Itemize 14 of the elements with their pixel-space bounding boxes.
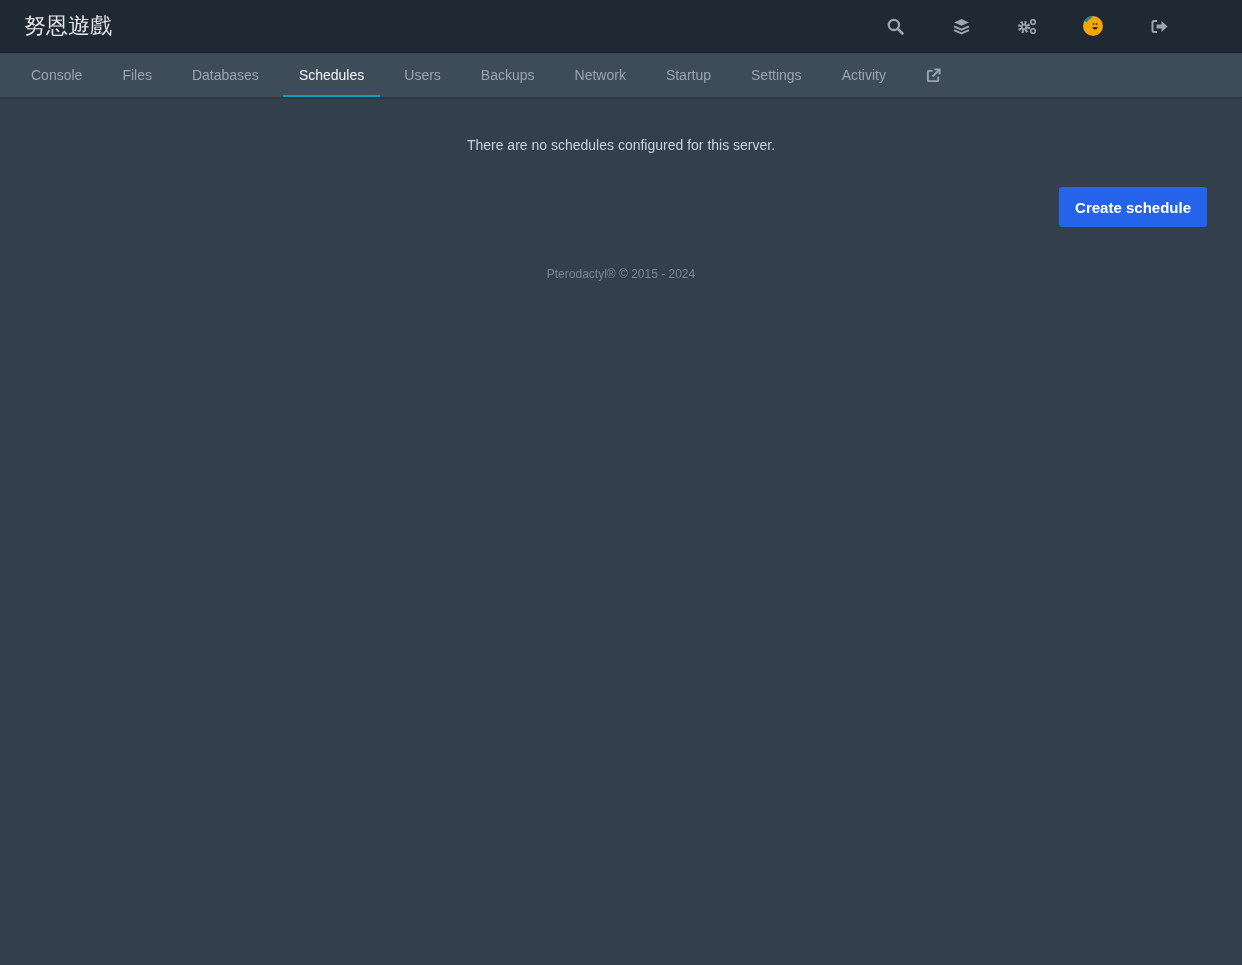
site-title[interactable]: 努恩遊戲 bbox=[24, 11, 112, 41]
empty-message: There are no schedules configured for this server. bbox=[465, 137, 777, 153]
tab[interactable]: Startup bbox=[645, 53, 732, 97]
tab[interactable]: Activity bbox=[821, 53, 906, 97]
tab[interactable]: Settings bbox=[731, 53, 822, 97]
tab[interactable]: Network bbox=[554, 53, 646, 97]
footer-text: Pterodactyl® © 2015 - 2024 bbox=[545, 267, 697, 281]
tab[interactable]: Console bbox=[11, 53, 103, 97]
tab[interactable]: Backups bbox=[460, 53, 555, 97]
tab[interactable]: Databases bbox=[171, 53, 279, 97]
tab[interactable]: Schedules bbox=[282, 53, 381, 97]
create-schedule-button[interactable]: Create schedule bbox=[1059, 187, 1207, 227]
tab[interactable]: Files bbox=[102, 53, 172, 97]
tab[interactable]: Users bbox=[384, 53, 461, 97]
